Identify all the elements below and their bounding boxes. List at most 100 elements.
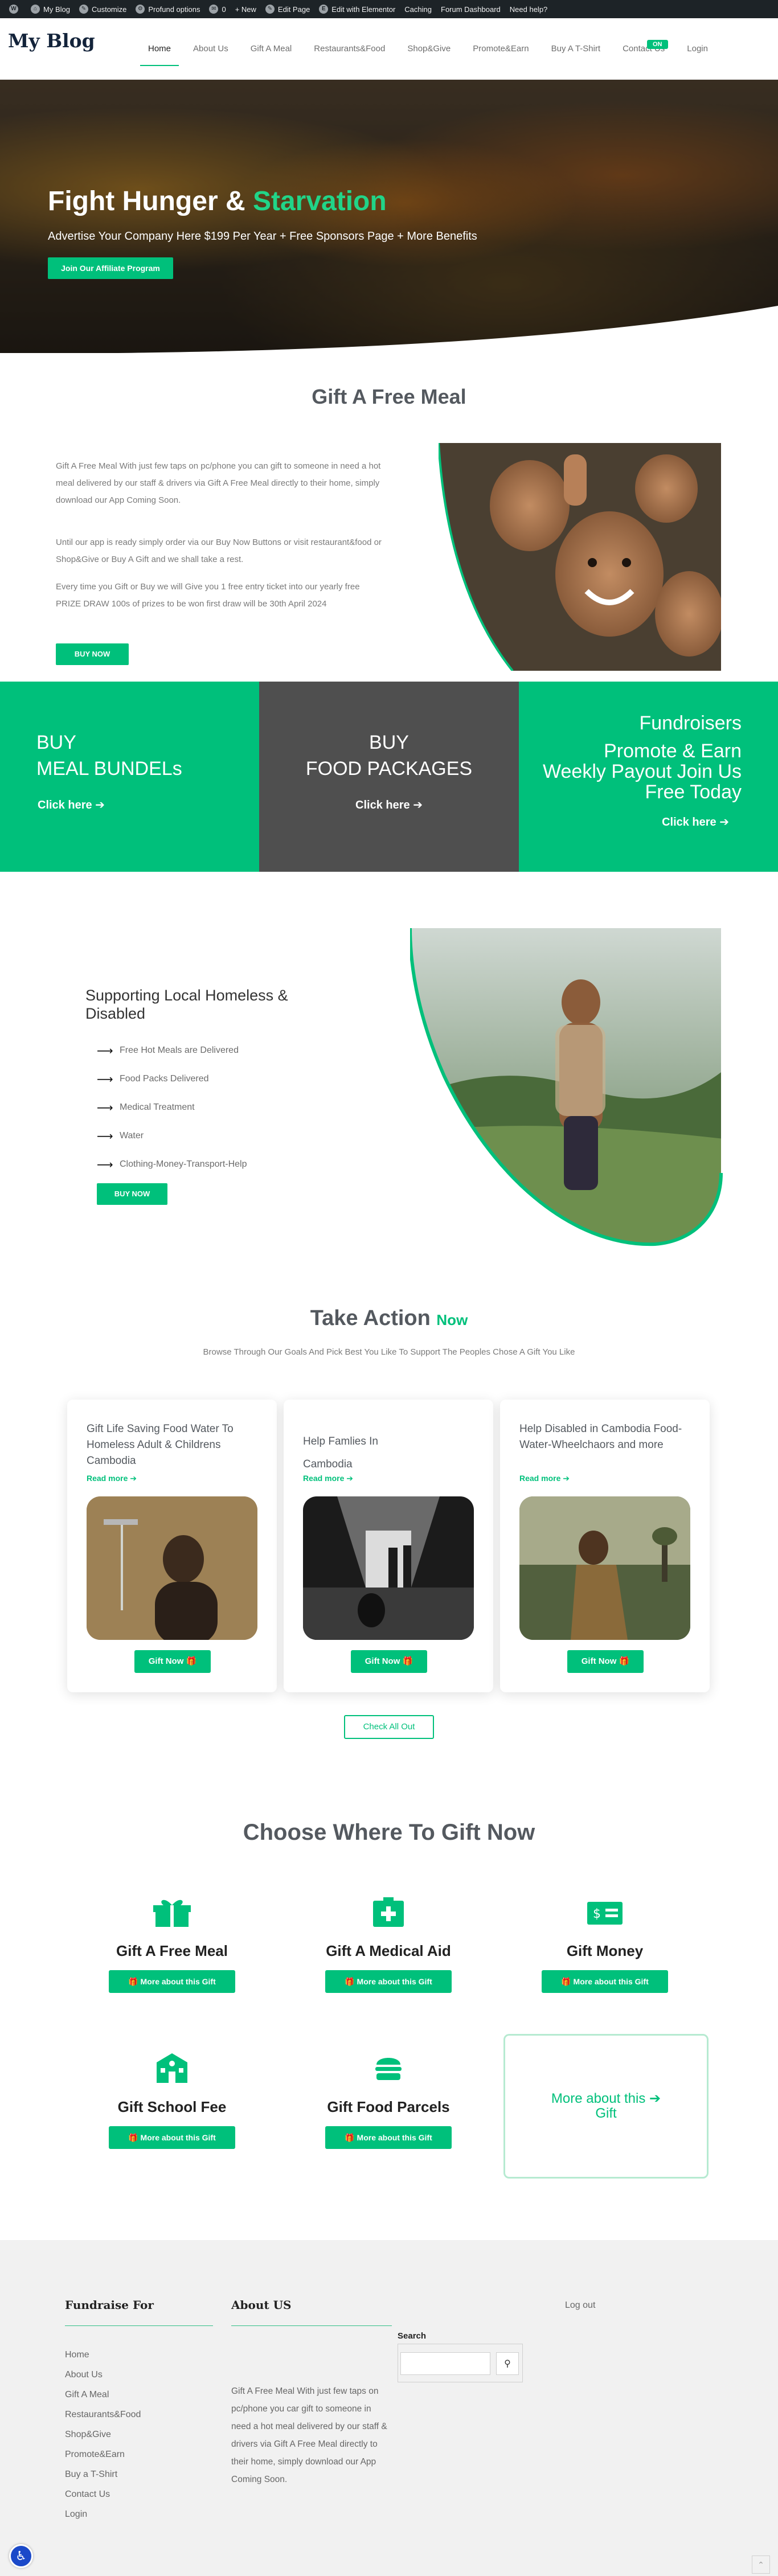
nav-item-login[interactable]: Login — [679, 34, 716, 64]
card-image — [303, 1496, 474, 1640]
gift-option-name: Gift Money — [566, 1942, 644, 1959]
affiliate-program-button[interactable]: Join Our Affiliate Program — [48, 257, 173, 279]
footer-about-title: About US — [231, 2298, 292, 2312]
more-about-gift-button[interactable]: 🎁 More about this Gift — [109, 2126, 235, 2149]
fundraisers-link[interactable]: Click here ➔ — [662, 815, 729, 829]
nav-badge-on: ON — [647, 40, 668, 49]
medical-kit-icon — [373, 1897, 404, 1927]
read-more-link[interactable]: Read more ➔ — [519, 1474, 570, 1483]
accessibility-button[interactable]: ♿ — [9, 2544, 33, 2568]
gift-meal-paragraph-1: Gift A Free Meal With just few taps on p… — [56, 461, 381, 505]
home-icon: ⌂ — [31, 5, 40, 14]
gift-now-button[interactable]: Gift Now 🎁 — [567, 1650, 644, 1673]
take-action-subtitle: Browse Through Our Goals And Pick Best Y… — [203, 1347, 575, 1357]
footer-link-buy-tshirt[interactable]: Buy a T-Shirt — [65, 2464, 141, 2484]
footer-link-about[interactable]: About Us — [65, 2365, 141, 2385]
admin-bar-comments[interactable]: ✉ 0 — [204, 0, 230, 18]
footer-link-contact[interactable]: Contact Us — [65, 2484, 141, 2504]
admin-bar-profund-options[interactable]: ⚙ Profund options — [131, 0, 204, 18]
more-about-gift-button[interactable]: 🎁 More about this Gift — [109, 1970, 235, 1993]
cause-card-3: Help Disabled in Cambodia Food-Water-Whe… — [500, 1400, 710, 1692]
admin-bar-new[interactable]: + New — [231, 0, 261, 18]
footer-link-gift-a-meal[interactable]: Gift A Meal — [65, 2385, 141, 2405]
buy-now-button[interactable]: BUY NOW — [56, 643, 129, 665]
children-photo — [439, 443, 721, 671]
nav-item-contact[interactable]: Contact Us — [615, 34, 673, 64]
hero-wave-divider — [117, 306, 778, 353]
check-all-out-button[interactable]: Check All Out — [344, 1715, 434, 1739]
arrow-right-icon: ➔ — [95, 799, 105, 811]
logout-link[interactable]: Log out — [565, 2300, 595, 2311]
gift-option-money: $ Gift Money 🎁 More about this Gift — [508, 1896, 702, 1993]
site-logo[interactable]: My Blog — [8, 30, 95, 52]
admin-bar-elementor[interactable]: E Edit with Elementor — [314, 0, 400, 18]
arrow-right-icon: ➔ — [346, 1474, 353, 1483]
gift-option-free-meal: Gift A Free Meal 🎁 More about this Gift — [75, 1896, 269, 1993]
cause-card-1: Gift Life Saving Food Water To Homeless … — [67, 1400, 277, 1692]
card-title: Gift Life Saving Food Water To Homeless … — [87, 1423, 234, 1467]
more-about-gift-button[interactable]: 🎁 More about this Gift — [542, 1970, 668, 1993]
footer-link-home[interactable]: Home — [65, 2345, 141, 2365]
boy-photo — [410, 928, 723, 1246]
search-input[interactable] — [400, 2352, 490, 2375]
gift-icon: 🎁 — [561, 1977, 571, 1986]
footer-link-restaurants[interactable]: Restaurants&Food — [65, 2405, 141, 2425]
more-about-gift-box[interactable]: More about this ➔ Gift — [503, 2034, 709, 2179]
homeless-buy-now-button[interactable]: BUY NOW — [97, 1183, 167, 1205]
gift-now-button[interactable]: Gift Now 🎁 — [351, 1650, 427, 1673]
hero-section: Fight Hunger & Starvation Advertise Your… — [0, 80, 778, 353]
admin-bar-help[interactable]: Need help? — [505, 0, 552, 18]
card-image — [519, 1496, 690, 1640]
footer-links: Home About Us Gift A Meal Restaurants&Fo… — [65, 2345, 141, 2524]
search-button[interactable]: ⚲ — [496, 2352, 519, 2375]
money-icon: $ — [587, 1902, 623, 1925]
brush-icon: ✎ — [79, 5, 88, 14]
svg-text:$: $ — [593, 1907, 601, 1921]
list-item: ⟶ Food Packs Delivered — [97, 1073, 209, 1086]
nav-item-promote-earn[interactable]: Promote&Earn — [465, 34, 537, 64]
gift-icon: 🎁 — [619, 1656, 630, 1666]
nav-item-restaurants[interactable]: Restaurants&Food — [306, 34, 393, 64]
more-about-gift-button[interactable]: 🎁 More about this Gift — [325, 1970, 452, 1993]
food-packages-link[interactable]: Click here ➔ — [259, 798, 519, 812]
footer-link-shop-give[interactable]: Shop&Give — [65, 2425, 141, 2444]
read-more-link[interactable]: Read more ➔ — [303, 1474, 353, 1483]
nav-item-buy-tshirt[interactable]: Buy A T-Shirt — [543, 34, 608, 64]
footer-link-promote-earn[interactable]: Promote&Earn — [65, 2444, 141, 2464]
cause-card-2: Help Famlies In Cambodia Read more ➔ Gif… — [284, 1400, 493, 1692]
fundraisers-box[interactable]: Fundroisers Promote & Earn Weekly Payout… — [519, 682, 778, 872]
meal-bundles-link[interactable]: Click here ➔ — [38, 798, 105, 812]
admin-bar-forum[interactable]: Forum Dashboard — [436, 0, 505, 18]
admin-bar-wp-logo[interactable]: W — [5, 0, 26, 18]
scroll-to-top-button[interactable]: ⌃ — [752, 2556, 770, 2574]
admin-bar-site-name[interactable]: ⌂ My Blog — [26, 0, 75, 18]
gift-option-medical-aid: Gift A Medical Aid 🎁 More about this Gif… — [292, 1896, 485, 1993]
gift-box-icon — [153, 1900, 191, 1927]
long-arrow-right-icon: ⟶ — [97, 1044, 113, 1057]
card-image — [87, 1496, 257, 1640]
footer-link-login[interactable]: Login — [65, 2504, 141, 2524]
gift-now-button[interactable]: Gift Now 🎁 — [134, 1650, 211, 1673]
hero-title: Fight Hunger & Starvation — [48, 186, 387, 216]
footer-divider — [65, 2325, 213, 2326]
burger-icon — [375, 2058, 402, 2080]
gift-meal-paragraph-2: Until our app is ready simply order via … — [56, 538, 382, 564]
food-packages-box[interactable]: BUY FOOD PACKAGES Click here ➔ — [259, 682, 519, 872]
choose-gift-title: Choose Where To Gift Now — [243, 1820, 535, 1845]
read-more-link[interactable]: Read more ➔ — [87, 1474, 137, 1483]
footer-about-text: Gift A Free Meal With just few taps on p… — [231, 2386, 387, 2484]
card-title: Help Disabled in Cambodia Food-Water-Whe… — [519, 1423, 682, 1451]
admin-bar-customize[interactable]: ✎ Customize — [75, 0, 131, 18]
nav-item-about[interactable]: About Us — [185, 34, 236, 64]
arrow-right-icon: ➔ — [563, 1474, 570, 1483]
more-about-gift-button[interactable]: 🎁 More about this Gift — [325, 2126, 452, 2149]
admin-bar-caching[interactable]: Caching — [400, 0, 436, 18]
nav-item-home[interactable]: Home — [140, 34, 179, 66]
nav-item-shop-give[interactable]: Shop&Give — [399, 34, 458, 64]
homeless-list: ⟶ Free Hot Meals are Delivered ⟶ Food Pack… — [97, 1036, 247, 1179]
meal-bundles-box[interactable]: BUY MEAL BUNDELs Click here ➔ — [0, 682, 259, 872]
elementor-icon: E — [319, 5, 329, 14]
nav-item-gift-a-meal[interactable]: Gift A Meal — [243, 34, 300, 64]
admin-bar-edit-page[interactable]: ✎ Edit Page — [261, 0, 314, 18]
take-action-title: Take Action Now — [310, 1306, 468, 1330]
